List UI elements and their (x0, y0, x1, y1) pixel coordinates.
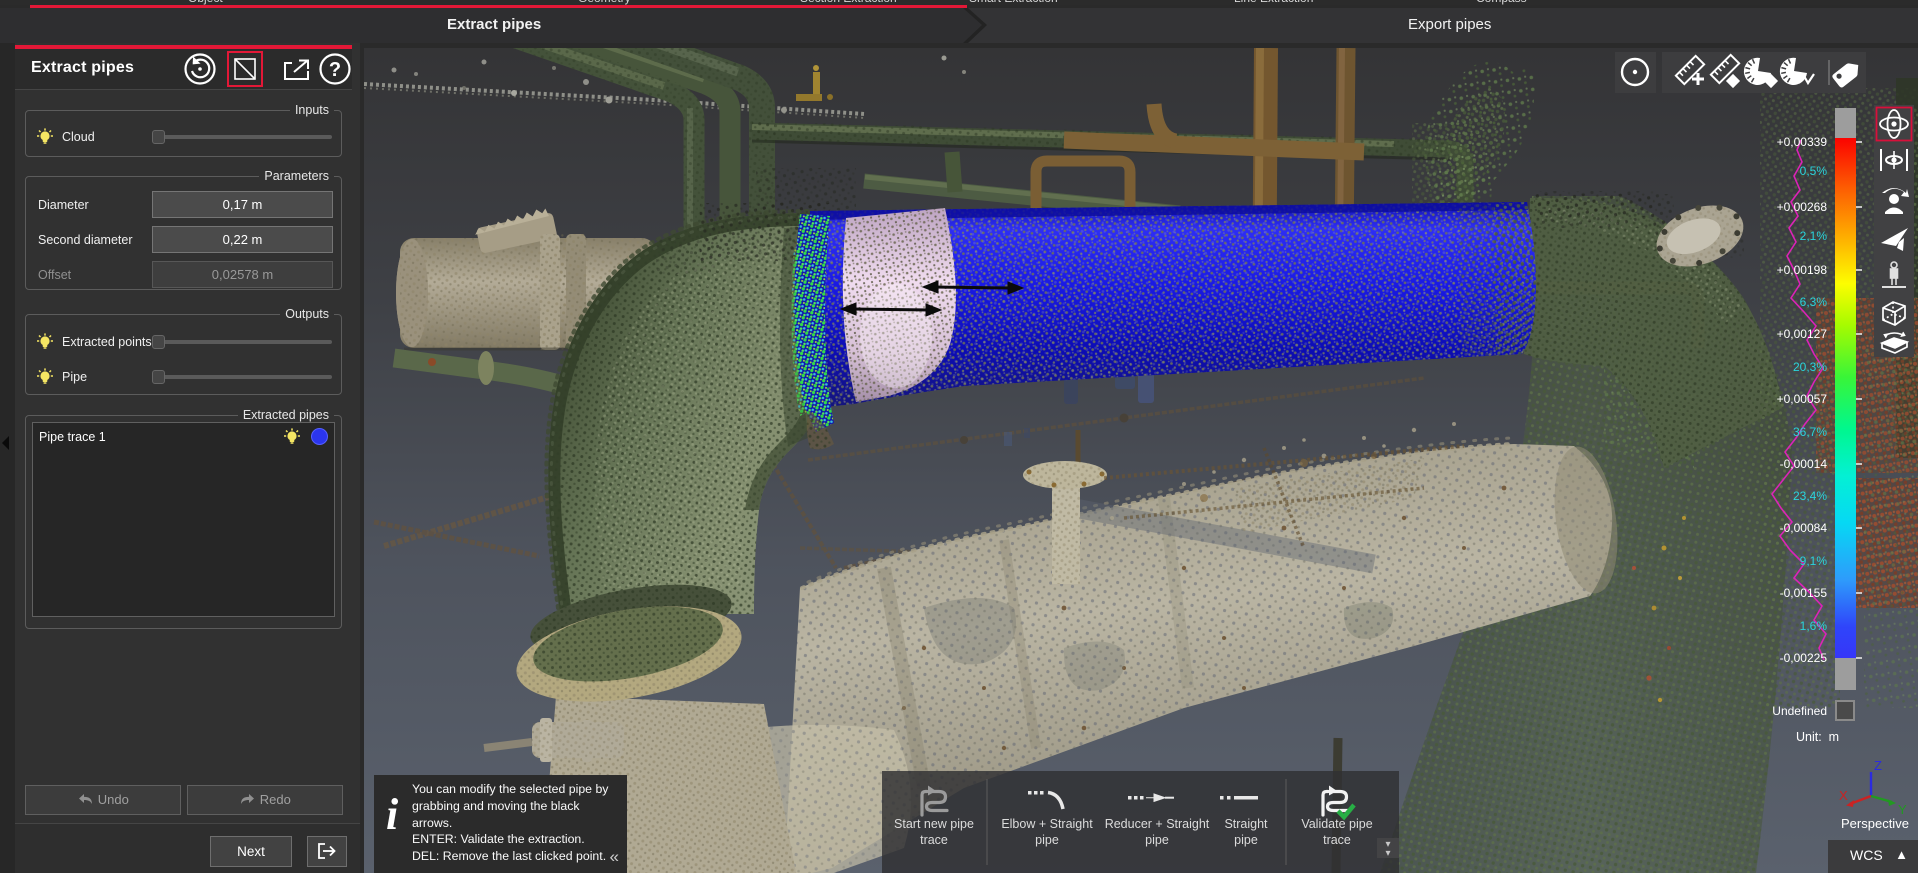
svg-text:Y: Y (1898, 802, 1907, 816)
svg-text:Z: Z (1874, 758, 1882, 773)
svg-text:X: X (1839, 788, 1848, 803)
svg-text:?: ? (329, 59, 341, 81)
